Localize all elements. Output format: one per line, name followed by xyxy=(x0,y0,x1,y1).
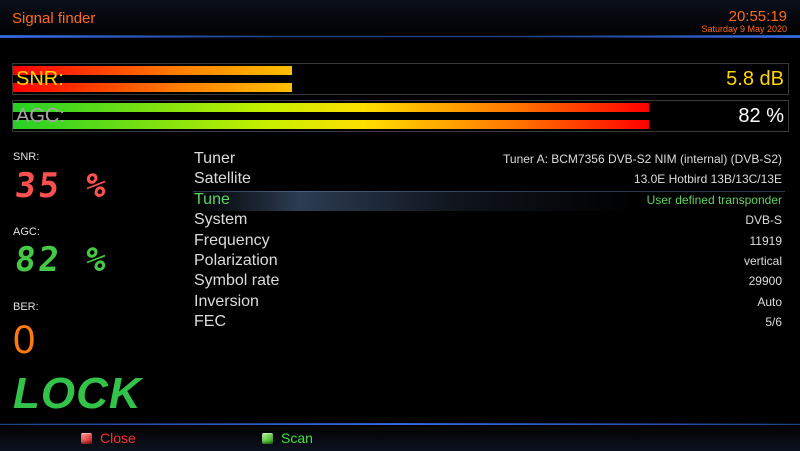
agc-bar-fill xyxy=(13,101,649,131)
info-row-value: 5/6 xyxy=(765,315,782,330)
info-row-tuner[interactable]: Tuner Tuner A: BCM7356 DVB-S2 NIM (intern… xyxy=(194,150,782,170)
info-row-frequency[interactable]: Frequency 11919 xyxy=(194,232,782,252)
scan-button-label: Scan xyxy=(281,430,313,446)
agc-bar-value: 82 % xyxy=(738,105,784,127)
info-row-value: 13.0E Hotbird 13B/13C/13E xyxy=(633,172,782,187)
header-bar: Signal finder 20:55:19 Saturday 9 May 20… xyxy=(0,0,800,38)
snr-level-bar: SNR: 5.8 dB xyxy=(12,63,789,95)
info-row-polarization[interactable]: Polarization vertical xyxy=(194,252,782,272)
info-row-key: Polarization xyxy=(194,252,278,269)
info-row-key: Satellite xyxy=(194,170,251,188)
page-title: Signal finder xyxy=(12,10,96,27)
agc-level-bar: AGC: 82 % xyxy=(12,100,789,132)
header-glow xyxy=(0,35,800,38)
snr-bar-label: SNR: xyxy=(16,68,64,90)
info-row-value: User defined transponder xyxy=(646,192,782,207)
ber-readout: 0 xyxy=(13,318,36,362)
snr-bar-value: 5.8 dB xyxy=(726,68,784,90)
ber-side-label: BER: xyxy=(13,301,39,313)
clock: 20:55:19 xyxy=(728,8,787,25)
info-row-value: Tuner A: BCM7356 DVB-S2 NIM (internal) (… xyxy=(503,152,782,166)
info-row-key: Tuner xyxy=(194,150,236,167)
info-row-fec[interactable]: FEC 5/6 xyxy=(194,313,782,333)
agc-percent-readout: 82 % xyxy=(13,240,112,280)
info-row-key: Symbol rate xyxy=(194,272,280,290)
info-row-value: Auto xyxy=(757,294,782,309)
info-row-inversion[interactable]: Inversion Auto xyxy=(194,293,782,313)
info-row-key: FEC xyxy=(194,313,226,331)
date-label: Saturday 9 May 2020 xyxy=(701,24,787,34)
info-row-satellite[interactable]: Satellite 13.0E Hotbird 13B/13C/13E xyxy=(194,170,782,190)
info-row-value: vertical xyxy=(743,254,782,268)
snr-side-label: SNR: xyxy=(13,151,40,163)
info-row-key: Tune xyxy=(194,190,230,208)
scan-button[interactable]: Scan xyxy=(262,430,313,446)
info-row-value: 29900 xyxy=(748,274,782,289)
footer-glow xyxy=(0,423,800,425)
agc-bar-stripe-top xyxy=(13,103,649,112)
agc-side-label: AGC: xyxy=(13,226,40,238)
info-row-symbol-rate[interactable]: Symbol rate 29900 xyxy=(194,272,782,292)
info-row-key: Frequency xyxy=(194,231,270,249)
agc-bar-stripe-bottom xyxy=(13,120,649,129)
red-key-icon xyxy=(81,432,92,444)
green-key-icon xyxy=(262,432,273,444)
info-row-value: 11919 xyxy=(749,233,782,248)
info-row-system[interactable]: System DVB-S xyxy=(194,211,782,231)
close-button-label: Close xyxy=(100,430,136,446)
agc-bar-label: AGC: xyxy=(16,105,65,127)
snr-percent-readout: 35 % xyxy=(13,166,112,206)
footer-bar: Close Scan xyxy=(0,423,800,451)
info-row-value: DVB-S xyxy=(745,213,782,228)
close-button[interactable]: Close xyxy=(81,430,136,446)
info-row-key: System xyxy=(194,211,248,229)
lock-status: LOCK xyxy=(13,369,142,418)
info-row-key: Inversion xyxy=(194,292,259,310)
info-row-tune[interactable]: Tune User defined transponder xyxy=(194,191,782,211)
